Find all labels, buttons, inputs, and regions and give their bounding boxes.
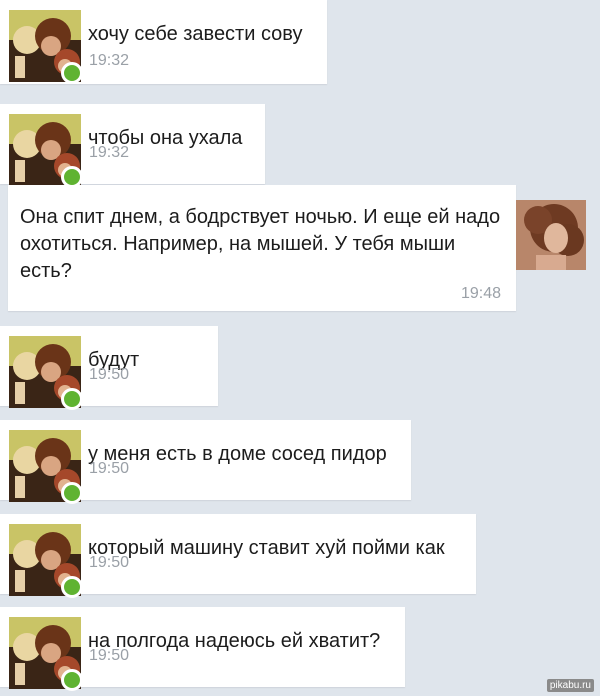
message-text-line: есть?: [20, 260, 72, 282]
online-status-dot: [61, 388, 83, 410]
message-text: на полгода надеюсь ей хватит?: [88, 630, 381, 652]
message-text-line: Она спит днем, а бодрствует ночью. И еще…: [20, 206, 501, 228]
message-incoming[interactable]: хочу себе завести сову 19:32: [0, 0, 327, 84]
online-status-dot: [61, 576, 83, 598]
message-time: 19:32: [89, 144, 130, 161]
message-text-line: охотиться. Например, на мышей. У тебя мы…: [20, 233, 456, 255]
message-time: 19:50: [89, 366, 130, 383]
watermark: pikabu.ru: [546, 679, 594, 692]
contact-avatar[interactable]: [516, 200, 586, 270]
message-incoming[interactable]: на полгода надеюсь ей хватит? 19:50: [0, 607, 405, 691]
message-outgoing[interactable]: Она спит днем, а бодрствует ночью. И еще…: [8, 185, 516, 311]
online-status-dot: [61, 669, 83, 691]
online-status-dot: [61, 482, 83, 504]
message-text: хочу себе завести сову: [88, 23, 303, 45]
message-text: который машину ставит хуй пойми как: [88, 537, 445, 559]
message-incoming[interactable]: который машину ставит хуй пойми как 19:5…: [0, 514, 476, 598]
online-status-dot: [61, 62, 83, 84]
message-incoming[interactable]: у меня есть в доме сосед пидор 19:50: [0, 420, 411, 504]
message-incoming[interactable]: чтобы она ухала 19:32: [0, 104, 265, 188]
message-time: 19:32: [89, 52, 130, 69]
message-time: 19:50: [89, 647, 130, 664]
message-incoming[interactable]: будут 19:50: [0, 326, 218, 410]
message-time: 19:48: [461, 285, 502, 302]
message-text: у меня есть в доме сосед пидор: [88, 443, 387, 465]
message-time: 19:50: [89, 554, 130, 571]
message-time: 19:50: [89, 460, 130, 477]
